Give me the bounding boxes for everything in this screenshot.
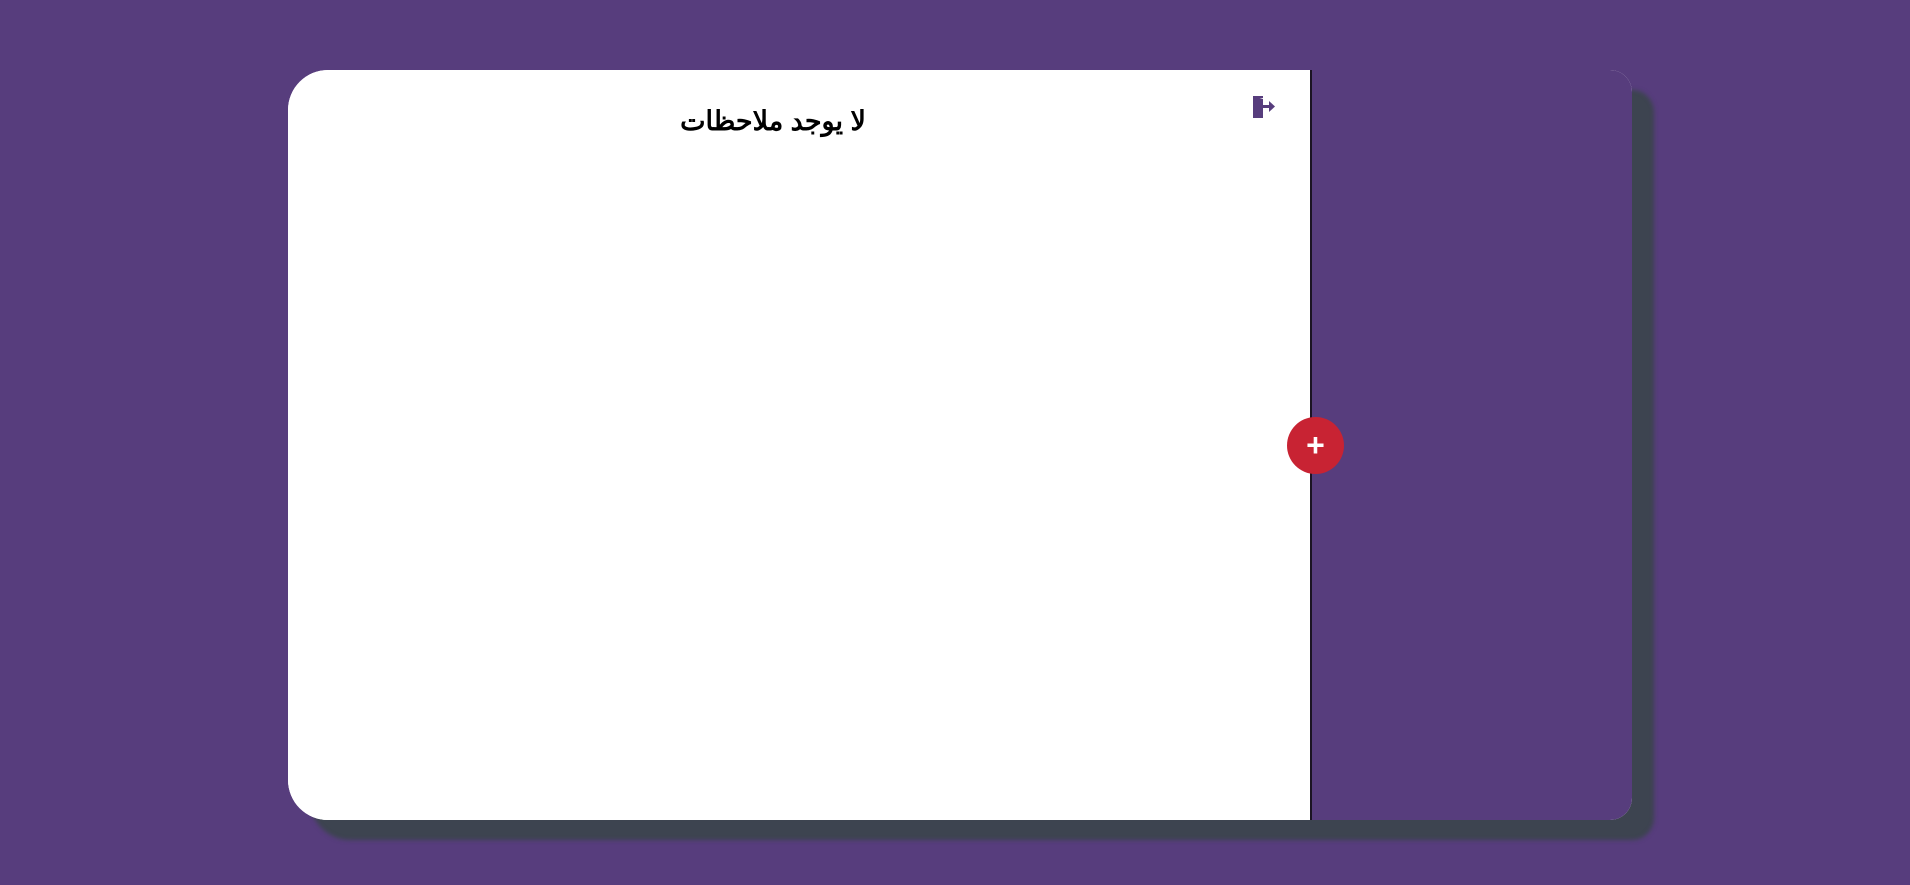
notes-panel: لا يوجد ملاحظات — [288, 70, 1310, 820]
side-panel — [1310, 70, 1632, 820]
logout-button[interactable] — [1248, 92, 1278, 122]
empty-notes-message: لا يوجد ملاحظات — [680, 106, 866, 136]
logout-icon — [1253, 96, 1275, 118]
app-card: لا يوجد ملاحظات — [288, 70, 1632, 820]
add-note-button[interactable]: + — [1287, 417, 1344, 474]
